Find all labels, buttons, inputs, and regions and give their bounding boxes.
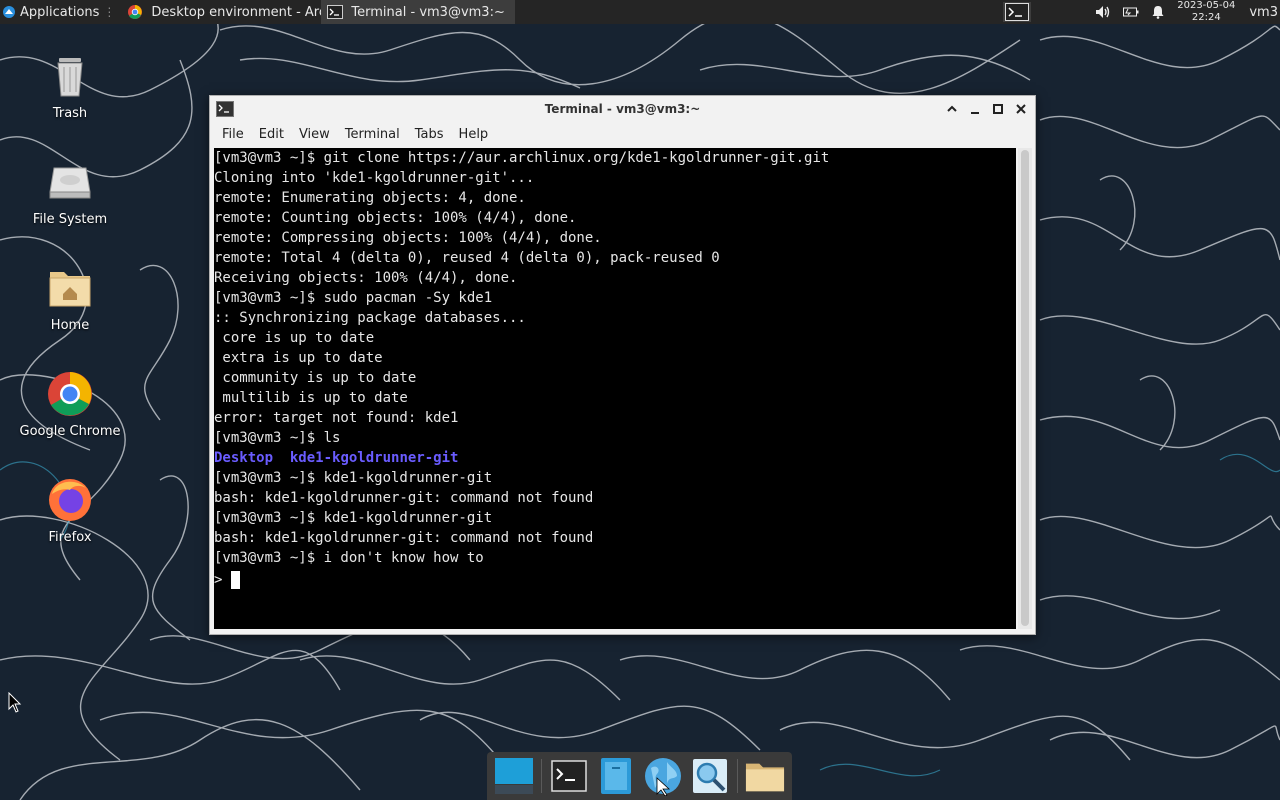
menu-view[interactable]: View (299, 127, 330, 142)
mouse-pointer-icon (8, 692, 22, 713)
desktop-icon-firefox[interactable]: Firefox (15, 476, 125, 545)
dock-app-finder[interactable] (690, 756, 730, 796)
close-button[interactable] (1012, 100, 1029, 117)
drive-icon (49, 167, 91, 199)
desktop-icon-trash[interactable]: Trash (15, 52, 125, 121)
terminal-line: [vm3@vm3 ~]$ kde1-kgoldrunner-git (214, 470, 493, 486)
window-title: Terminal - vm3@vm3:~ (544, 102, 701, 116)
terminal-line: error: target not found: kde1 (214, 410, 459, 426)
terminal-line: extra is up to date (214, 350, 383, 366)
terminal-line: remote: Compressing objects: 100% (4/4),… (214, 230, 602, 246)
file-manager-icon (601, 758, 632, 794)
menu-file[interactable]: File (222, 127, 244, 142)
chrome-icon (48, 372, 92, 416)
minimize-icon (970, 111, 979, 114)
terminal-output[interactable]: [vm3@vm3 ~]$ git clone https://aur.archl… (214, 148, 1016, 629)
dock-show-desktop[interactable] (494, 756, 534, 796)
chevron-up-icon (946, 105, 957, 112)
firefox-icon (49, 479, 91, 521)
maximize-button[interactable] (989, 100, 1006, 117)
terminal-line: [vm3@vm3 ~]$ kde1-kgoldrunner-git (214, 510, 493, 526)
dock-terminal[interactable] (549, 756, 589, 796)
task-label: Terminal - vm3@vm3:~ (351, 4, 505, 20)
dock-file-manager[interactable] (596, 756, 636, 796)
system-tray (1095, 5, 1165, 19)
terminal-line: core is up to date (214, 330, 375, 346)
clock-time: 22:24 (1191, 12, 1221, 23)
dock-separator (736, 759, 738, 793)
desktop-icon-label: Trash (52, 106, 88, 121)
user-menu[interactable]: vm3 (1249, 5, 1278, 20)
menu-bar: File Edit View Terminal Tabs Help (210, 122, 1035, 146)
dock (487, 752, 792, 800)
maximize-icon (992, 103, 1003, 114)
terminal-line: community is up to date (214, 370, 417, 386)
desktop-icon-google-chrome[interactable]: Google Chrome (15, 370, 125, 439)
continuation-prompt: > (214, 572, 231, 588)
clock[interactable]: 2023-05-04 22:24 (1177, 0, 1235, 24)
volume-icon[interactable] (1095, 5, 1111, 19)
desktop-icon-file-system[interactable]: File System (15, 158, 125, 227)
desktop-icon-home[interactable]: Home (15, 264, 125, 333)
terminal-line: Cloning into 'kde1-kgoldrunner-git'... (214, 170, 535, 186)
battery-icon[interactable] (1123, 5, 1139, 19)
terminal-line: [vm3@vm3 ~]$ sudo pacman -Sy kde1 (214, 290, 493, 306)
terminal-line: [vm3@vm3 ~]$ i don't know how to (214, 550, 484, 566)
terminal-line: Receiving objects: 100% (4/4), done. (214, 270, 518, 286)
dock-separator (541, 759, 543, 793)
notification-bell-icon[interactable] (1151, 5, 1165, 19)
terminal-icon (327, 5, 344, 19)
dock-folder[interactable] (745, 756, 785, 796)
task-chrome[interactable]: Desktop environment - Arc... (121, 0, 321, 24)
web-browser-icon (644, 758, 681, 796)
ls-dir-entry: kde1-kgoldrunner-git (289, 450, 459, 466)
ls-dir-entry: Desktop (214, 450, 274, 466)
applications-menu[interactable]: Applications (0, 0, 103, 24)
menu-edit[interactable]: Edit (259, 127, 284, 142)
task-terminal[interactable]: Terminal - vm3@vm3:~ (321, 0, 516, 24)
panel-separator-icon: ⋮ (103, 5, 116, 19)
task-label: Desktop environment - Arc... (151, 4, 322, 20)
terminal-line: bash: kde1-kgoldrunner-git: command not … (214, 530, 594, 546)
terminal-line: [vm3@vm3 ~]$ git clone https://aur.archl… (214, 150, 830, 166)
terminal-line: remote: Enumerating objects: 4, done. (214, 190, 526, 206)
minimize-button[interactable] (966, 100, 983, 117)
chrome-icon (128, 5, 143, 19)
dock-web-browser[interactable] (643, 756, 683, 796)
desktop-icon-label: File System (32, 212, 108, 227)
text-cursor (230, 571, 240, 589)
ls-output-line: Desktop kde1-kgoldrunner-git (214, 448, 1016, 468)
trash-icon (57, 58, 83, 97)
terminal-window: Terminal - vm3@vm3:~ File Edit View Term… (209, 95, 1036, 635)
terminal-line: remote: Counting objects: 100% (4/4), do… (214, 210, 577, 226)
menu-tabs[interactable]: Tabs (415, 127, 444, 142)
menu-help[interactable]: Help (459, 127, 489, 142)
panel-terminal-launcher[interactable] (1003, 2, 1032, 22)
xfce-logo-icon (3, 6, 15, 18)
app-finder-icon (692, 759, 727, 793)
terminal-line: remote: Total 4 (delta 0), reused 4 (del… (214, 250, 720, 266)
clock-date: 2023-05-04 (1177, 0, 1236, 11)
terminal-line: bash: kde1-kgoldrunner-git: command not … (214, 490, 594, 506)
home-folder-icon (49, 272, 91, 307)
terminal-line: [vm3@vm3 ~]$ ls (214, 430, 341, 446)
folder-icon (745, 763, 784, 792)
applications-label: Applications (20, 4, 100, 20)
show-desktop-icon (495, 758, 534, 794)
terminal-icon (1005, 3, 1030, 21)
desktop-icon-label: Firefox (48, 530, 92, 545)
scrollbar-thumb[interactable] (1021, 150, 1029, 626)
top-panel: Applications ⋮ Desktop environment - Arc… (0, 0, 1280, 24)
terminal-line: :: Synchronizing package databases... (214, 310, 526, 326)
close-icon (1015, 103, 1026, 114)
terminal-input-line[interactable]: > (214, 568, 1016, 592)
terminal-line: multilib is up to date (214, 390, 408, 406)
terminal-icon (551, 760, 587, 792)
window-titlebar[interactable]: Terminal - vm3@vm3:~ (210, 96, 1035, 122)
shade-button[interactable] (943, 100, 960, 117)
terminal-scrollbar[interactable] (1018, 148, 1032, 629)
menu-terminal[interactable]: Terminal (345, 127, 400, 142)
desktop-icon-label: Google Chrome (19, 424, 121, 439)
desktop-icon-label: Home (50, 318, 90, 333)
